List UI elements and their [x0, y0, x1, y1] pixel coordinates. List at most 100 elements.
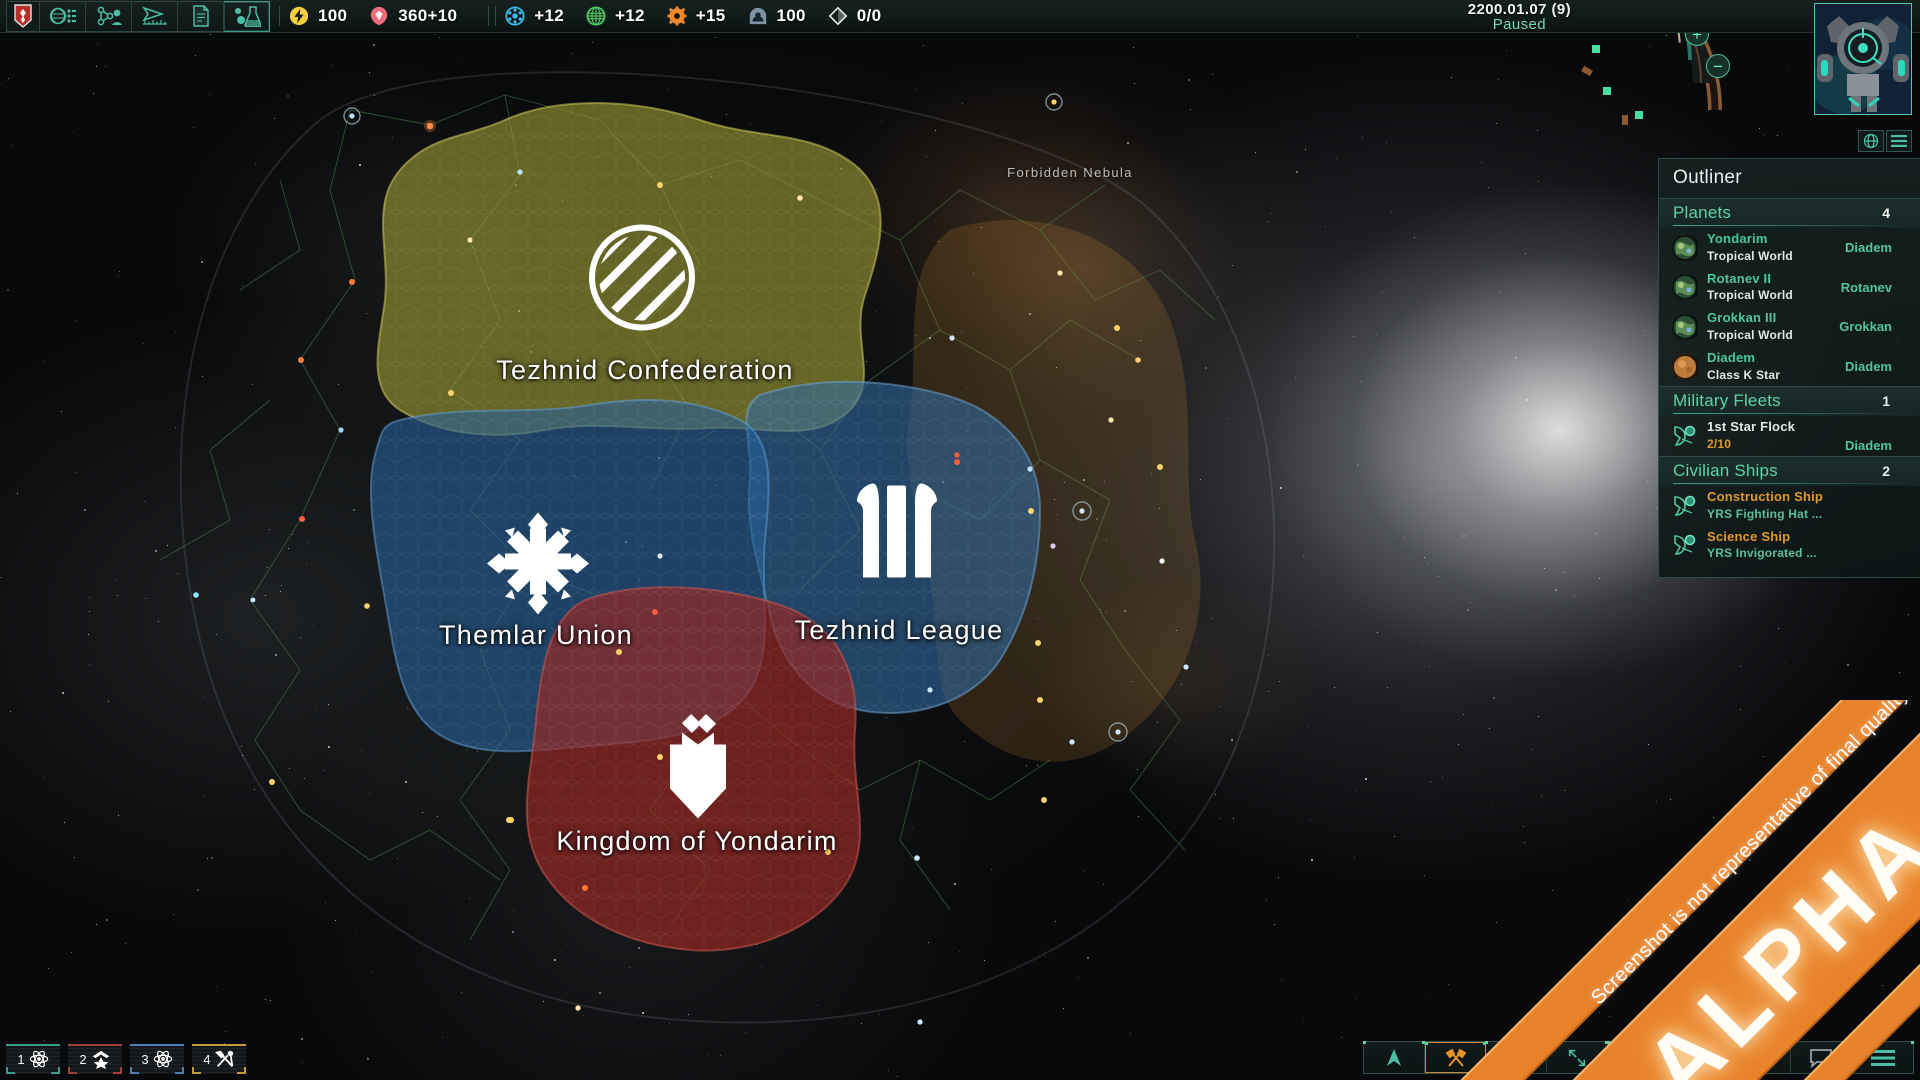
outliner-panel: Outliner Planets 4 Yondarim Tropical Wor…	[1658, 158, 1920, 579]
hotbar-slot-3[interactable]: 3	[130, 1044, 184, 1074]
empire-crest-icon[interactable]	[6, 0, 40, 32]
resource-energy-credits[interactable]: 100	[289, 6, 347, 26]
galaxy-view-toggle[interactable]	[1858, 130, 1884, 152]
game-state: Paused	[1492, 15, 1547, 33]
empire-label-kingdom-of-yondarim: Kingdom of Yondarim	[556, 826, 838, 856]
outliner-title: Outliner	[1673, 167, 1742, 188]
planet-type: Tropical World	[1707, 288, 1793, 303]
menu-button[interactable]	[1851, 1041, 1914, 1073]
home-icon	[1690, 1050, 1710, 1067]
gear-icon	[667, 6, 687, 26]
divider	[495, 6, 497, 26]
resource-influence[interactable]: 100	[748, 6, 806, 26]
fleet-name: 1st Star Flock	[1707, 419, 1796, 435]
ship-name: YRS Invigorated ...	[1707, 546, 1817, 561]
game-screen: Tezhnid Confederation Themlar Union Tezh…	[0, 0, 1920, 1080]
outliner-item-science-ship[interactable]: Science Ship YRS Invigorated ...	[1659, 526, 1920, 566]
check-box-icon	[1629, 1049, 1647, 1066]
striped-circle-emblem	[582, 218, 702, 343]
outliner-toggle[interactable]	[1886, 130, 1912, 152]
hamburger-icon	[1870, 1049, 1895, 1066]
timer-filter-toggle[interactable]	[1485, 1041, 1547, 1073]
planet-type: Class K Star	[1707, 367, 1781, 382]
divider	[279, 6, 280, 26]
ship-type: Construction Ship	[1707, 488, 1824, 504]
globe-grid-icon	[586, 6, 606, 26]
empire-label-themlar-union: Themlar Union	[439, 620, 633, 650]
chat-bubble-icon	[1810, 1048, 1832, 1068]
atom-icon	[505, 6, 525, 26]
chevron-star-icon	[92, 1050, 109, 1069]
group-label: Planets	[1673, 203, 1732, 222]
resource-value: +15	[695, 6, 726, 25]
planet-system: Grokkan	[1839, 319, 1892, 335]
outliner-item-construction-ship[interactable]: Construction Ship YRS Fighting Hat ...	[1659, 486, 1920, 526]
hotbar: 1 2 3 4	[6, 1044, 246, 1074]
ship-type: Science Ship	[1707, 528, 1791, 544]
fleet-strength: 2/10	[1707, 437, 1732, 452]
game-clock[interactable]: 2200.01.07 (9) Paused	[1454, 0, 1585, 33]
three-pillars-emblem	[849, 482, 945, 593]
chat-button[interactable]	[1790, 1041, 1852, 1073]
group-count: 2	[1882, 462, 1890, 479]
planet-system: Diadem	[1845, 359, 1892, 375]
speed-decrease-button[interactable]: −	[1706, 54, 1730, 78]
outliner-item-yondarim[interactable]: Yondarim Tropical World Diadem	[1659, 228, 1920, 268]
outliner-item-diadem[interactable]: Diadem Class K Star Diadem	[1659, 347, 1920, 387]
science-filter-toggle[interactable]	[1729, 1041, 1791, 1073]
planet-name: Grokkan III	[1707, 310, 1777, 326]
research-button[interactable]	[224, 0, 270, 32]
top-bar: 100 360+10 +12 +12 +15 100 0/0 2200.01.0…	[0, 0, 1920, 33]
divider	[488, 6, 490, 26]
empire-label-tezhnid-league: Tezhnid League	[794, 615, 1004, 645]
resource-value: 100	[318, 6, 348, 25]
construction-filter-toggle[interactable]	[1425, 1042, 1486, 1073]
fleet-icon	[1672, 423, 1698, 449]
contacts-button[interactable]	[40, 0, 86, 32]
hotbar-slot-1[interactable]: 1	[6, 1044, 60, 1074]
tropical-planet-icon	[1672, 313, 1702, 340]
hotkey-number: 4	[203, 1051, 211, 1067]
resize-map-toggle[interactable]	[1546, 1041, 1608, 1073]
resource-society-research[interactable]: +12	[586, 6, 645, 26]
species-button[interactable]	[86, 0, 132, 32]
resource-unity[interactable]: 0/0	[828, 6, 882, 26]
resource-minerals[interactable]: 360+10	[369, 6, 457, 26]
star-k-icon	[1672, 353, 1702, 380]
clock-icon	[1507, 1048, 1525, 1067]
planet-system: Diadem	[1845, 240, 1892, 256]
situation-log-button[interactable]	[178, 0, 224, 32]
fleet-manager-button[interactable]	[132, 0, 178, 32]
checkbox-filter-toggle[interactable]	[1607, 1041, 1669, 1073]
star-systems	[193, 93, 1189, 1025]
fleet-system: Diadem	[1845, 437, 1892, 453]
planet-name: Rotanev II	[1707, 270, 1772, 286]
outliner-group-planets[interactable]: Planets 4	[1659, 198, 1920, 228]
resize-icon	[1568, 1049, 1586, 1066]
hotbar-slot-4[interactable]: 4	[192, 1044, 246, 1074]
fleet-icon	[1672, 493, 1698, 519]
leader-portrait[interactable]	[1814, 3, 1912, 115]
home-filter-toggle[interactable]	[1668, 1041, 1730, 1073]
resource-value: 100	[776, 6, 806, 25]
atom-icon	[153, 1050, 172, 1068]
fleet-filter-toggle[interactable]	[1363, 1041, 1425, 1073]
tropical-planet-icon	[1672, 274, 1702, 301]
group-label: Civilian Ships	[1673, 460, 1778, 480]
outliner-item-1st-star-flock[interactable]: 1st Star Flock 2/10 Diadem	[1659, 416, 1920, 456]
hotkey-number: 3	[141, 1051, 149, 1067]
outliner-item-rotanev-ii[interactable]: Rotanev II Tropical World Rotanev	[1659, 268, 1920, 308]
unity-diamond-icon	[828, 6, 848, 26]
outliner-item-grokkan-iii[interactable]: Grokkan III Tropical World Grokkan	[1659, 307, 1920, 347]
map-toolbar	[1363, 1041, 1914, 1074]
resource-value: 0/0	[856, 6, 882, 25]
outliner-group-military-fleets[interactable]: Military Fleets 1	[1659, 386, 1920, 417]
outliner-group-civilian-ships[interactable]: Civilian Ships 2	[1659, 455, 1920, 486]
nebula-label: Forbidden Nebula	[1007, 165, 1133, 180]
resource-engineering-research[interactable]: +15	[667, 6, 726, 26]
fleet-icon	[1672, 532, 1698, 558]
tropical-planet-icon	[1672, 234, 1702, 261]
resource-physics-research[interactable]: +12	[505, 6, 564, 26]
planet-name: Diadem	[1707, 349, 1756, 365]
hotbar-slot-2[interactable]: 2	[68, 1044, 122, 1074]
